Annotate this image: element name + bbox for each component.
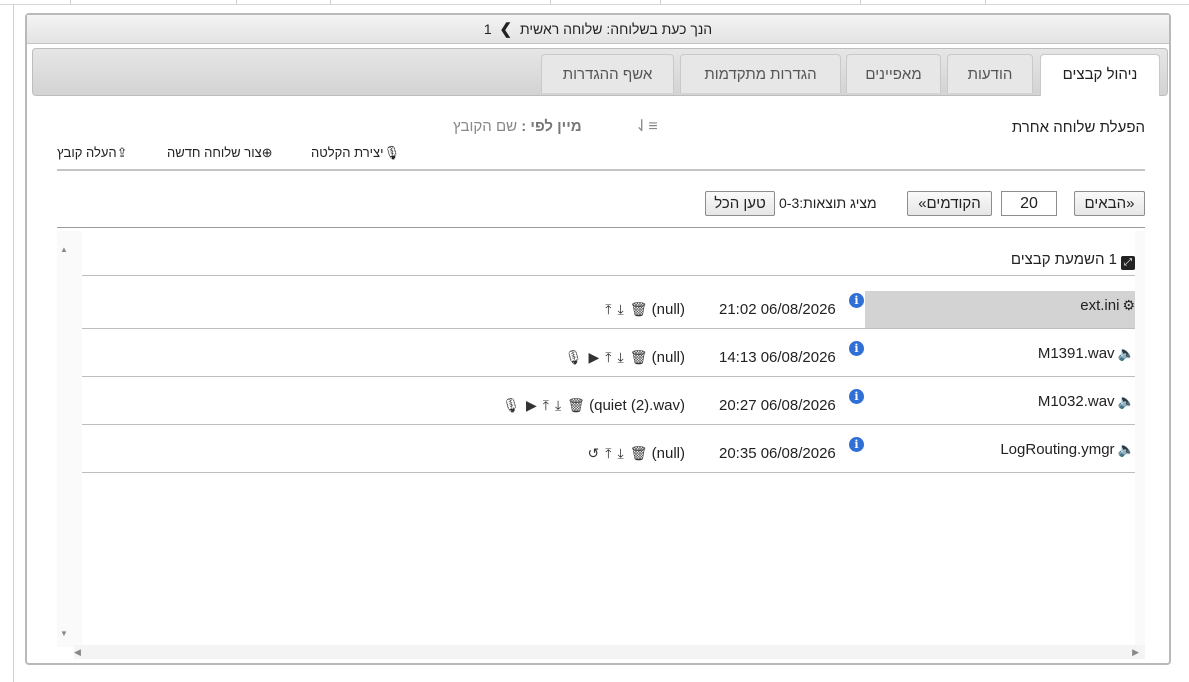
sort-value: שם הקובץ (453, 118, 518, 135)
scroll-down-arrow[interactable]: ▼ (60, 629, 68, 638)
tab-properties[interactable]: מאפיינים (846, 54, 941, 93)
tab-settings-wizard[interactable]: אשף ההגדרות (541, 54, 674, 93)
file-list: ▲ ▼ ⤢ 1 השמעת קבצים ⚙ext.ini i 21:02 06/0… (57, 231, 1145, 659)
file-name-cell[interactable]: 🔈M1391.wav (865, 339, 1135, 376)
trash-icon[interactable]: 🗑 (630, 349, 648, 366)
mic-icon: 🎙 (383, 145, 401, 160)
scroll-up-arrow[interactable]: ▲ (60, 245, 68, 254)
horizontal-scrollbar[interactable]: ◀ ▶ (74, 645, 1145, 659)
group-count: 1 (1108, 251, 1117, 268)
file-list-scroll-area[interactable]: ⤢ 1 השמעת קבצים ⚙ext.ini i 21:02 06/08/20… (82, 231, 1135, 645)
sort-label: מיין לפי : (521, 118, 582, 135)
row-divider (82, 328, 1135, 329)
file-target: (null) (651, 349, 685, 366)
row-divider (82, 275, 1135, 276)
row-divider (82, 472, 1135, 473)
table-row[interactable]: 🔈M1391.wav i 14:13 06/08/2026 (null) 🗑 ⤓ ⤒… (82, 339, 1135, 387)
panel-title: הנך כעת בשלוחה: שלוחה ראשית ❯ 1 (27, 15, 1169, 44)
upload-icon[interactable]: ⤒ (543, 397, 549, 414)
scroll-right-arrow[interactable]: ▶ (1132, 647, 1139, 658)
file-management-panel: הנך כעת בשלוחה: שלוחה ראשית ❯ 1 ניהול קב… (25, 13, 1171, 665)
trash-icon[interactable]: 🗑 (567, 397, 585, 414)
create-extension-button[interactable]: ⊕צור שלוחה חדשה (167, 145, 273, 161)
info-icon[interactable]: i (849, 341, 864, 356)
activate-other-extension-link[interactable]: הפעלת שלוחה אחרת (1012, 119, 1145, 136)
speaker-icon[interactable]: 🔈 (1118, 393, 1135, 409)
upload-icon: ⇪ (116, 145, 128, 160)
table-row[interactable]: 🔈M1032.wav i 20:27 06/08/2026 (quiet (2)… (82, 387, 1135, 435)
pager-divider (57, 227, 1145, 228)
info-icon[interactable]: i (849, 437, 864, 452)
row-divider (82, 424, 1135, 425)
file-actions: (null) 🗑 ⤓ ⤒ ↺ (582, 445, 685, 462)
download-icon[interactable]: ⤓ (555, 397, 561, 414)
sort-by[interactable]: מיין לפי : שם הקובץ (453, 118, 582, 135)
speaker-icon[interactable]: 🔈 (1118, 345, 1135, 361)
file-name: M1032.wav (1037, 393, 1115, 410)
chevron-icon: ❯ (499, 21, 513, 38)
play-icon[interactable]: ▶ (526, 397, 537, 414)
results-count: מציג תוצאות:0-3 (779, 195, 877, 211)
page-size-input[interactable]: 20 (1001, 191, 1057, 216)
toolbar-divider (57, 169, 1145, 171)
mic-icon[interactable]: 🎙 (565, 349, 583, 366)
file-name-cell[interactable]: ⚙ext.ini (865, 291, 1135, 328)
trash-icon[interactable]: 🗑 (630, 445, 648, 462)
upload-file-label: העלה קובץ (57, 145, 117, 160)
file-name: M1391.wav (1037, 345, 1115, 362)
group-header[interactable]: ⤢ 1 השמעת קבצים (1011, 251, 1135, 270)
create-recording-label: יצירת הקלטה (311, 145, 384, 160)
info-icon[interactable]: i (849, 293, 864, 308)
row-divider (82, 376, 1135, 377)
file-name-cell[interactable]: 🔈LogRouting.ymgr (865, 435, 1135, 472)
tab-bar: ניהול קבצים הודעות מאפיינים הגדרות מתקדמ… (32, 48, 1168, 96)
file-date: 20:35 06/08/2026 (719, 445, 836, 462)
upload-file-button[interactable]: ⇪העלה קובץ (57, 145, 128, 161)
next-page-button[interactable]: «הבאים (1074, 191, 1145, 216)
collapse-icon: ⤢ (1121, 256, 1135, 270)
tab-file-management[interactable]: ניהול קבצים (1040, 54, 1160, 96)
file-actions: (null) 🗑 ⤓ ⤒ ▶ 🎙 (559, 349, 685, 366)
create-extension-label: צור שלוחה חדשה (167, 145, 262, 160)
current-extension-number: 1 (483, 21, 492, 37)
top-strip (0, 0, 1189, 5)
speaker-icon[interactable]: 🔈 (1118, 441, 1135, 457)
file-target: (quiet (2).wav) (589, 397, 685, 414)
upload-icon[interactable]: ⤒ (605, 349, 611, 366)
prev-page-button[interactable]: הקודמים» (907, 191, 992, 216)
upload-icon[interactable]: ⤒ (605, 445, 611, 462)
file-date: 20:27 06/08/2026 (719, 397, 836, 414)
file-target: (null) (651, 301, 685, 318)
file-actions: (quiet (2).wav) 🗑 ⤓ ⤒ ▶ 🎙 (496, 397, 685, 414)
file-target: (null) (651, 445, 685, 462)
tab-advanced-settings[interactable]: הגדרות מתקדמות (680, 54, 841, 93)
download-icon[interactable]: ⤓ (617, 301, 623, 318)
table-row[interactable]: ⚙ext.ini i 21:02 06/08/2026 (null) 🗑 ⤓ ⤒ (82, 291, 1135, 339)
sort-icon[interactable]: ⇃≡ (635, 116, 658, 136)
info-icon[interactable]: i (849, 389, 864, 404)
page-left-border (13, 4, 14, 682)
download-icon[interactable]: ⤓ (617, 445, 623, 462)
trash-icon[interactable]: 🗑 (630, 301, 648, 318)
file-actions: (null) 🗑 ⤓ ⤒ (599, 301, 685, 318)
file-name-cell[interactable]: 🔈M1032.wav (865, 387, 1135, 424)
play-icon[interactable]: ▶ (589, 349, 600, 366)
table-row[interactable]: 🔈LogRouting.ymgr i 20:35 06/08/2026 (nul… (82, 435, 1135, 483)
history-icon[interactable]: ↺ (588, 445, 600, 462)
create-recording-button[interactable]: 🎙יצירת הקלטה (311, 145, 400, 161)
download-icon[interactable]: ⤓ (617, 349, 623, 366)
load-all-button[interactable]: טען הכל (705, 191, 775, 216)
upload-icon[interactable]: ⤒ (605, 301, 611, 318)
plus-circle-icon: ⊕ (261, 145, 273, 160)
file-name: ext.ini (1080, 297, 1120, 314)
file-date: 14:13 06/08/2026 (719, 349, 836, 366)
file-date: 21:02 06/08/2026 (719, 301, 836, 318)
tab-messages[interactable]: הודעות (947, 54, 1033, 93)
file-name: LogRouting.ymgr (1000, 441, 1115, 458)
gears-icon: ⚙ (1122, 297, 1135, 313)
group-label: השמעת קבצים (1010, 251, 1105, 268)
current-extension-label: הנך כעת בשלוחה: שלוחה ראשית (519, 21, 713, 37)
mic-icon[interactable]: 🎙 (502, 397, 520, 414)
scroll-left-arrow[interactable]: ◀ (74, 647, 81, 658)
